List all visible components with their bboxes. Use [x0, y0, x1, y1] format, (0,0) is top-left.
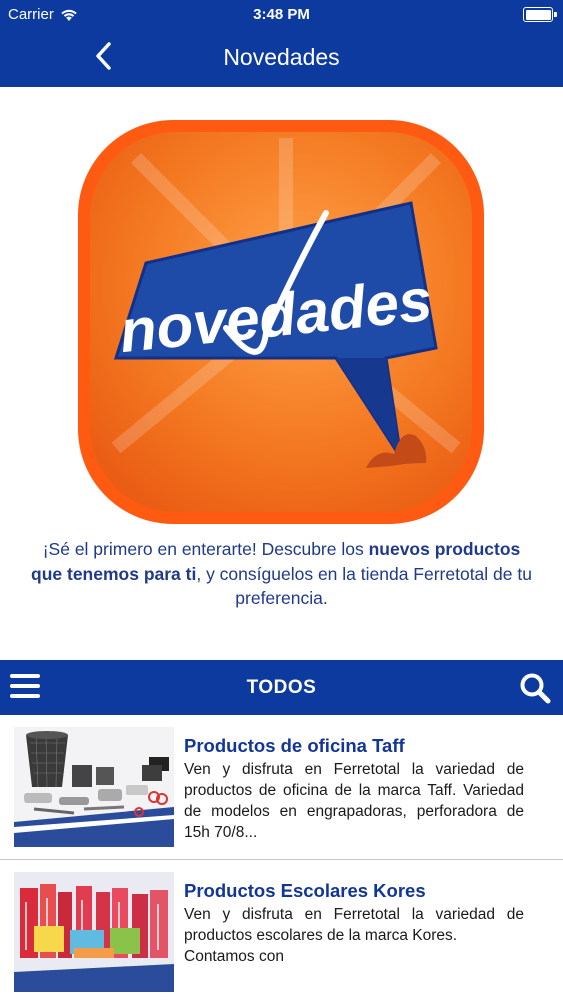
intro-part1: ¡Sé el primero en enterarte! Descubre lo…	[42, 539, 369, 559]
category-bar: TODOS	[0, 660, 563, 715]
product-image	[14, 872, 174, 992]
page-title: Novedades	[223, 44, 340, 70]
product-title: Productos Escolares Kores	[184, 880, 426, 901]
navigation-bar: Carrier 3:48 PM Novedades	[0, 0, 563, 87]
list-item[interactable]: Productos de oficina Taff Ven y disfruta…	[0, 715, 563, 860]
product-description: Ven y disfruta en Ferretotal la variedad…	[184, 904, 524, 967]
product-description-more: Contamos con	[184, 948, 284, 965]
product-image	[14, 727, 174, 847]
list-item[interactable]: Productos Escolares Kores Ven y disfruta…	[0, 860, 563, 1000]
product-description: Ven y disfruta en Ferretotal la variedad…	[184, 761, 524, 841]
intro-part2: , y consíguelos en la tienda Ferretotal …	[196, 563, 532, 609]
search-icon[interactable]	[519, 672, 551, 704]
novedades-logo: novedades	[76, 118, 486, 526]
status-bar: Carrier 3:48 PM	[0, 0, 563, 30]
product-description-text: Ven y disfruta en Ferretotal la variedad…	[184, 906, 524, 944]
category-title: TODOS	[246, 677, 317, 698]
intro-text: ¡Sé el primero en enterarte! Descubre lo…	[30, 537, 533, 611]
status-time: 3:48 PM	[253, 6, 310, 23]
battery-icon	[523, 7, 557, 22]
product-title: Productos de oficina Taff	[184, 735, 405, 756]
